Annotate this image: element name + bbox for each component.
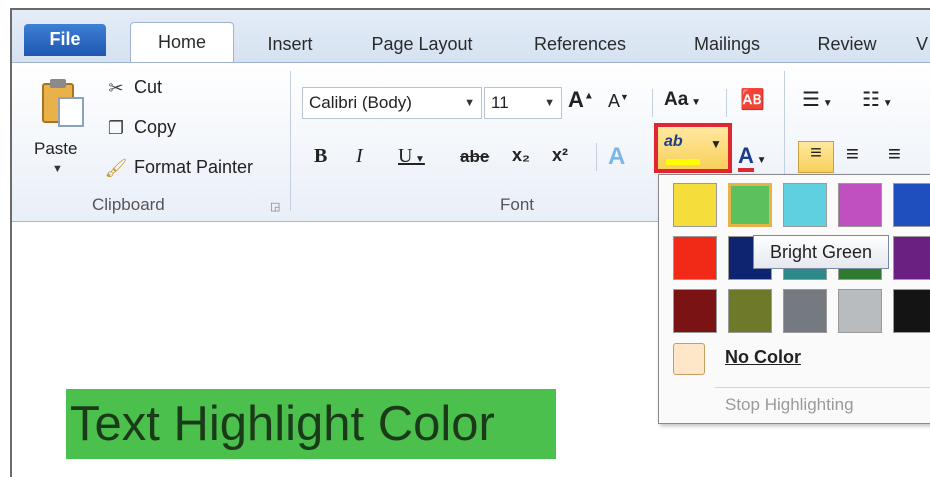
cut-label: Cut <box>134 77 163 97</box>
tab-review[interactable]: Review <box>802 28 892 62</box>
tab-references[interactable]: References <box>520 28 640 62</box>
copy-button[interactable]: ❐ Copy <box>104 117 176 138</box>
color-swatch[interactable] <box>838 183 882 227</box>
stop-highlighting-option: Stop Highlighting <box>725 395 854 414</box>
font-size-value: 11 <box>491 93 509 112</box>
bold-button[interactable]: B <box>314 145 327 168</box>
subscript-button[interactable]: x₂ <box>512 145 530 166</box>
tab-view-partial[interactable]: V <box>912 28 930 62</box>
tab-page-layout[interactable]: Page Layout <box>352 28 492 62</box>
cut-button[interactable]: ✂ Cut <box>104 77 162 98</box>
clipboard-dialog-launcher-icon[interactable]: ◲ <box>270 200 280 213</box>
menu-divider <box>715 387 930 388</box>
paintbrush-icon: 🖌 <box>104 157 128 178</box>
text-highlight-color-button[interactable]: ab ▼ <box>654 123 732 173</box>
chevron-down-icon[interactable]: ▼ <box>710 137 722 151</box>
numbering-icon[interactable]: ☷ ▼ <box>862 87 893 112</box>
format-painter-button[interactable]: 🖌 Format Painter <box>104 157 253 178</box>
strikethrough-button[interactable]: abe <box>460 147 489 167</box>
divider <box>652 89 653 117</box>
highlight-color-bar <box>666 159 700 165</box>
chevron-down-icon: ▼ <box>52 163 63 175</box>
chevron-down-icon: ▼ <box>544 97 555 109</box>
color-tooltip: Bright Green <box>753 235 889 269</box>
color-swatch[interactable] <box>783 289 827 333</box>
change-case-button[interactable]: Aa ▼ <box>664 89 701 111</box>
color-swatch[interactable] <box>728 289 772 333</box>
tab-home[interactable]: Home <box>130 22 234 64</box>
tab-insert[interactable]: Insert <box>250 28 330 62</box>
grow-font-button[interactable]: A▲ <box>568 87 594 113</box>
clipboard-group-label: Clipboard <box>92 195 165 214</box>
copy-label: Copy <box>134 117 177 137</box>
text-effects-icon[interactable]: A <box>608 143 625 171</box>
font-name-value: Calibri (Body) <box>309 93 412 112</box>
paste-icon <box>42 77 86 127</box>
color-swatch[interactable] <box>783 183 827 227</box>
font-name-combo[interactable]: Calibri (Body) ▼ <box>302 87 482 119</box>
no-color-swatch[interactable] <box>673 343 705 375</box>
tab-file[interactable]: File <box>24 24 106 56</box>
tab-mailings[interactable]: Mailings <box>672 28 782 62</box>
clear-formatting-icon[interactable]: 🆎 <box>740 87 765 112</box>
divider <box>726 89 727 117</box>
divider <box>596 143 597 171</box>
color-swatch[interactable] <box>728 183 772 227</box>
font-group-label: Font <box>500 195 535 214</box>
color-swatch[interactable] <box>673 183 717 227</box>
font-size-combo[interactable]: 11 ▼ <box>484 87 562 119</box>
scissors-icon: ✂ <box>108 77 124 98</box>
align-right-button[interactable]: ≡ <box>888 141 901 167</box>
color-swatch[interactable] <box>673 236 717 280</box>
align-center-button[interactable]: ≡ <box>846 141 859 167</box>
paste-button[interactable]: Paste ▼ <box>20 67 92 177</box>
format-painter-label: Format Painter <box>134 157 254 177</box>
paste-label: Paste <box>34 139 78 158</box>
copy-icon: ❐ <box>107 117 125 138</box>
superscript-button[interactable]: x² <box>552 145 568 166</box>
color-swatch[interactable] <box>893 289 930 333</box>
align-left-button[interactable]: ≡ <box>798 141 834 173</box>
color-swatch[interactable] <box>893 236 930 280</box>
highlight-color-palette: Bright Green No Color Stop Highlighting <box>658 174 930 424</box>
ribbon-tab-bar: File Home Insert Page Layout References … <box>12 10 930 64</box>
no-color-option[interactable]: No Color <box>725 347 801 368</box>
color-swatch[interactable] <box>893 183 930 227</box>
highlighted-document-text[interactable]: Text Highlight Color <box>66 389 556 459</box>
underline-button[interactable]: U ▼ <box>398 145 425 168</box>
highlighter-icon: ab <box>664 133 683 150</box>
word-window: File Home Insert Page Layout References … <box>10 8 930 477</box>
group-divider <box>290 71 291 211</box>
color-swatch[interactable] <box>838 289 882 333</box>
italic-button[interactable]: I <box>356 145 363 168</box>
chevron-down-icon: ▼ <box>464 97 475 109</box>
color-swatch[interactable] <box>673 289 717 333</box>
shrink-font-button[interactable]: A▼ <box>608 91 629 112</box>
font-color-button[interactable]: A ▼ <box>738 143 767 172</box>
bullets-icon[interactable]: ☰ ▼ <box>802 87 833 112</box>
